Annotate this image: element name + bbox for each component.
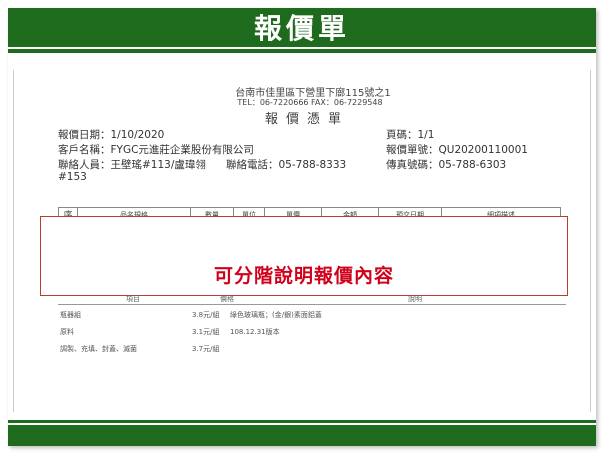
detail-row-desc: 綠色玻璃瓶；(金/銀)素面鋁蓋: [230, 311, 322, 319]
detail-col-item: 項目: [126, 295, 140, 303]
company-tel-fax: TEL：06-7220666 FAX：06-7229548: [237, 98, 383, 107]
detail-row-item: 調製、充填、封蓋、滅菌: [60, 345, 137, 353]
contact-person: 聯絡人員：王壁瑤#113/盧瑋翎: [58, 159, 206, 171]
document-title: 報價憑單: [264, 112, 349, 127]
bottom-bar-stripe: [8, 423, 596, 425]
detail-col-desc: 說明: [408, 295, 422, 303]
detail-row-item: 瓶器組: [60, 311, 81, 319]
quote-number: 報價單號：QU20200110001: [386, 144, 528, 156]
detail-row-price: 3.8元/組: [192, 311, 220, 319]
detail-row-price: 3.1元/組: [192, 328, 220, 336]
title-bar: 報價單: [8, 8, 596, 53]
quote-date: 報價日期：1/10/2020: [58, 129, 165, 141]
callout-text: 可分階說明報價內容: [213, 265, 394, 287]
slide-title: 報價單: [253, 12, 350, 45]
detail-col-price: 價格: [220, 295, 234, 303]
fax-number: 傳真號碼：05-788-6303: [386, 159, 507, 171]
slide: 報價單 台南市佳里區下營里下廍115號之1 TEL：06-7220666 FAX…: [8, 8, 596, 446]
detail-row-desc: 108.12.31版本: [230, 328, 280, 336]
detail-row-item: 原料: [60, 328, 74, 336]
bottom-bar: [8, 420, 596, 446]
detail-header: 項目 價格 說明: [58, 295, 566, 305]
customer-name: 客戶名稱：FYGC元進莊企業股份有限公司: [58, 144, 254, 156]
contact-phone: 聯絡電話：05-788-8333: [226, 159, 347, 171]
detail-row-price: 3.7元/組: [192, 345, 220, 353]
contact-extension: #153: [58, 171, 87, 183]
title-bar-stripe: [8, 47, 596, 49]
page-number: 頁碼：1/1: [386, 129, 435, 141]
callout-box: 可分階說明報價內容: [40, 216, 568, 296]
